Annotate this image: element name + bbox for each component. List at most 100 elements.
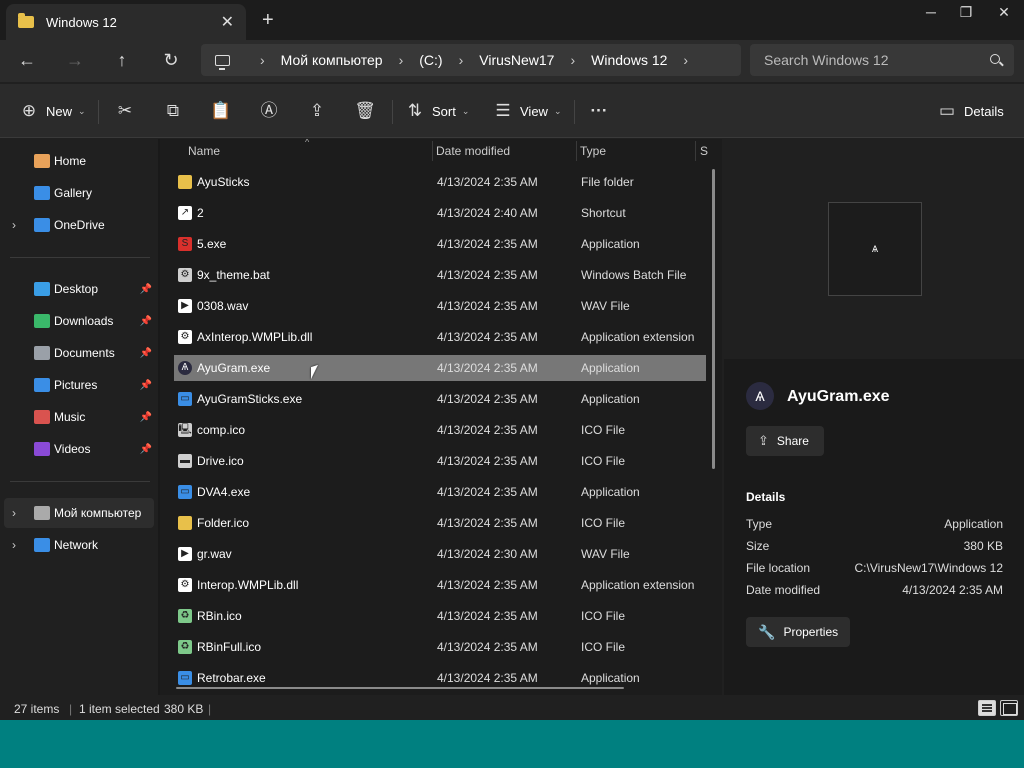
sort-button[interactable]: ⇅ Sort ⌄	[406, 98, 470, 124]
address-bar[interactable]: › Мой компьютер › (C:) › VirusNew17 › Wi…	[201, 44, 741, 76]
sidebar-item-label: Videos	[54, 442, 91, 456]
new-button[interactable]: ⊕ New ⌄	[20, 98, 86, 124]
forward-button[interactable]: →	[61, 48, 89, 74]
chevron-right-icon[interactable]: ›	[12, 538, 16, 552]
column-header-type[interactable]: Type	[580, 139, 606, 163]
file-name: AyuSticks	[197, 175, 250, 189]
divider	[574, 100, 575, 124]
navigation-pane: Home Gallery › OneDrive Desktop 📌 Downloads 📌 Do…	[0, 139, 158, 695]
more-options-button[interactable]: ···	[586, 98, 612, 124]
table-row[interactable]: Ѧ AyuGram.exe 4/13/2024 2:35 AM Application	[174, 355, 706, 381]
rename-button[interactable]: Ⓐ	[256, 98, 282, 124]
ayugram-icon: Ѧ	[871, 244, 878, 254]
computer-icon: 🖳	[178, 423, 192, 437]
table-row[interactable]: ♻ RBin.ico 4/13/2024 2:35 AM ICO File	[174, 603, 706, 629]
breadcrumb-separator[interactable]: ›	[260, 52, 265, 68]
table-row[interactable]: ▶ 0308.wav 4/13/2024 2:35 AM WAV File	[174, 293, 706, 319]
sidebar-item-desktop[interactable]: Desktop 📌	[4, 274, 154, 304]
pin-icon[interactable]: 📌	[140, 316, 152, 327]
share-label: Share	[776, 434, 809, 448]
table-row[interactable]: 🖳 comp.ico 4/13/2024 2:35 AM ICO File	[174, 417, 706, 443]
file-name: gr.wav	[197, 547, 232, 561]
pin-icon[interactable]: 📌	[140, 412, 152, 423]
search-input[interactable]: Search Windows 12	[750, 44, 1014, 76]
new-tab-button[interactable]: +	[262, 9, 274, 32]
horizontal-scrollbar[interactable]	[176, 687, 624, 689]
chevron-right-icon[interactable]: ›	[12, 506, 16, 520]
table-row[interactable]: S 5.exe 4/13/2024 2:35 AM Application	[174, 231, 706, 257]
table-row[interactable]: AyuSticks 4/13/2024 2:35 AM File folder	[174, 169, 706, 195]
maximize-button[interactable]: ❐	[947, 0, 985, 26]
table-row[interactable]: ▶ gr.wav 4/13/2024 2:30 AM WAV File	[174, 541, 706, 567]
table-row[interactable]: ▬ Drive.ico 4/13/2024 2:35 AM ICO File	[174, 448, 706, 474]
sidebar-item-videos[interactable]: Videos 📌	[4, 434, 154, 464]
breadcrumb-virusnew17[interactable]: VirusNew17	[479, 52, 554, 68]
sidebar-item-downloads[interactable]: Downloads 📌	[4, 306, 154, 336]
chevron-right-icon[interactable]: ›	[12, 218, 16, 232]
folder-icon	[178, 516, 192, 530]
breadcrumb-windows-12[interactable]: Windows 12	[591, 52, 667, 68]
pin-icon[interactable]: 📌	[140, 284, 152, 295]
share-file-button[interactable]: ⇪ Share	[746, 426, 824, 456]
details-pane-button[interactable]: ▭ Details	[938, 98, 1004, 124]
detail-label: Date modified	[746, 583, 821, 597]
column-divider[interactable]	[576, 141, 577, 161]
vertical-scrollbar[interactable]	[712, 169, 715, 469]
view-button[interactable]: ☰ View ⌄	[494, 98, 561, 124]
table-row[interactable]: ▭ DVA4.exe 4/13/2024 2:35 AM Application	[174, 479, 706, 505]
file-name: RBin.ico	[197, 609, 242, 623]
tiles-view-toggle[interactable]	[1000, 700, 1018, 716]
sidebar-item-label: Desktop	[54, 282, 99, 296]
close-window-button[interactable]: ✕	[985, 0, 1023, 26]
breadcrumb-separator[interactable]: ›	[683, 52, 688, 68]
table-row[interactable]: Folder.ico 4/13/2024 2:35 AM ICO File	[174, 510, 706, 536]
table-row[interactable]: ⚙ Interop.WMPLib.dll 4/13/2024 2:35 AM Appl…	[174, 572, 706, 598]
column-header-name[interactable]: Name	[188, 139, 220, 163]
table-row[interactable]: ♻ RBinFull.ico 4/13/2024 2:35 AM ICO File	[174, 634, 706, 660]
column-divider[interactable]	[695, 141, 696, 161]
table-row[interactable]: ⚙ AxInterop.WMPLib.dll 4/13/2024 2:35 AM Ap…	[174, 324, 706, 350]
command-bar: ⊕ New ⌄ ✂ ⧉ 📋 Ⓐ ⇪ 🗑 ⇅ Sort ⌄ ☰ View ⌄ ··…	[0, 84, 1024, 138]
pin-icon[interactable]: 📌	[140, 444, 152, 455]
properties-button[interactable]: 🔧 Properties	[746, 617, 850, 647]
column-divider[interactable]	[432, 141, 433, 161]
status-divider: |	[69, 702, 73, 716]
sidebar-item-documents[interactable]: Documents 📌	[4, 338, 154, 368]
up-button[interactable]: ↑	[108, 48, 136, 74]
paste-button[interactable]: 📋	[208, 98, 234, 124]
copy-button[interactable]: ⧉	[160, 98, 186, 124]
table-row[interactable]: ↗ 2 4/13/2024 2:40 AM Shortcut	[174, 200, 706, 226]
column-header-size[interactable]: S	[700, 139, 708, 163]
cut-button[interactable]: ✂	[112, 98, 138, 124]
breadcrumb-my-computer[interactable]: Мой компьютер	[281, 52, 383, 68]
breadcrumb-separator[interactable]: ›	[570, 52, 575, 68]
breadcrumb-separator[interactable]: ›	[459, 52, 464, 68]
column-header-date[interactable]: Date modified	[436, 139, 510, 163]
breadcrumb-c-drive[interactable]: (C:)	[419, 52, 442, 68]
pin-icon[interactable]: 📌	[140, 348, 152, 359]
file-type: Application	[581, 485, 640, 499]
sidebar-item-мой-компьютер[interactable]: › Мой компьютер	[4, 498, 154, 528]
pin-icon[interactable]: 📌	[140, 380, 152, 391]
table-row[interactable]: ▭ AyuGramSticks.exe 4/13/2024 2:35 AM Appli…	[174, 386, 706, 412]
file-date-modified: 4/13/2024 2:35 AM	[437, 175, 538, 189]
sidebar-item-gallery[interactable]: Gallery	[4, 178, 154, 208]
close-tab-icon[interactable]: ✕	[221, 12, 234, 32]
details-view-toggle[interactable]	[978, 700, 996, 716]
videos-icon	[34, 442, 50, 456]
back-button[interactable]: ←	[13, 48, 41, 74]
delete-button[interactable]: 🗑	[352, 98, 378, 124]
sidebar-item-pictures[interactable]: Pictures 📌	[4, 370, 154, 400]
sidebar-item-home[interactable]: Home	[4, 146, 154, 176]
tab-windows-12[interactable]: Windows 12 ✕	[6, 4, 246, 40]
sidebar-item-music[interactable]: Music 📌	[4, 402, 154, 432]
sidebar-item-onedrive[interactable]: › OneDrive	[4, 210, 154, 240]
file-name: Folder.ico	[197, 516, 250, 530]
sidebar-item-network[interactable]: › Network	[4, 530, 154, 560]
refresh-button[interactable]: ↻	[157, 48, 185, 74]
table-row[interactable]: ⚙ 9x_theme.bat 4/13/2024 2:35 AM Windows Ba…	[174, 262, 706, 288]
minimize-button[interactable]: ─	[912, 0, 950, 26]
share-button[interactable]: ⇪	[304, 98, 330, 124]
file-date-modified: 4/13/2024 2:35 AM	[437, 237, 538, 251]
breadcrumb-separator[interactable]: ›	[399, 52, 404, 68]
